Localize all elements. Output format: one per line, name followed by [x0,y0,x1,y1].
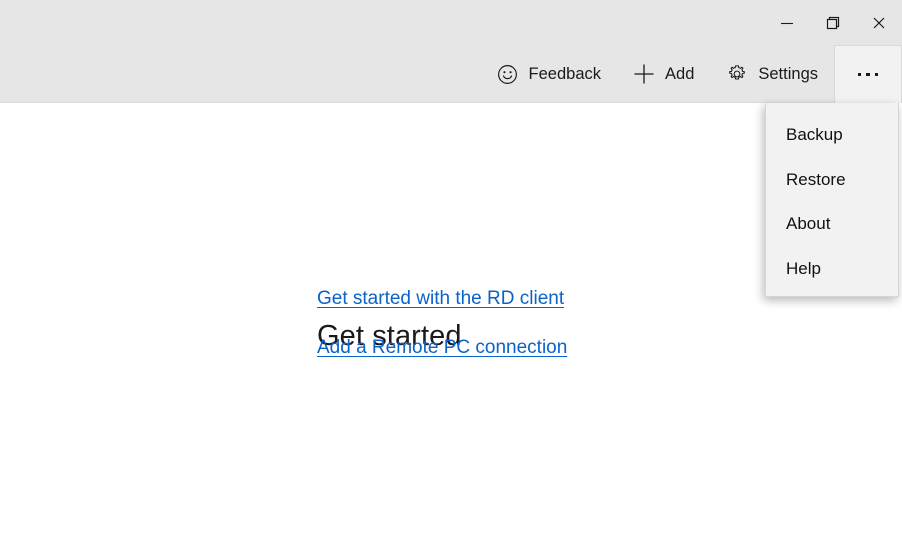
menu-item-about[interactable]: About [786,214,830,234]
overflow-menu: Backup Restore About Help [765,103,899,297]
more-options-button[interactable] [834,45,902,103]
restore-button[interactable] [810,0,856,45]
close-icon [871,15,887,31]
command-bar: Feedback Add Settings [0,45,902,103]
plus-icon [633,63,655,85]
smiley-face-icon [497,63,519,85]
window-controls [764,0,902,45]
restore-icon [825,15,841,31]
get-started-rd-client-link[interactable]: Get started with the RD client [317,288,564,310]
ellipsis-icon [857,72,879,77]
title-bar [0,0,902,45]
settings-button[interactable]: Settings [710,45,834,103]
minimize-button[interactable] [764,0,810,45]
menu-item-restore[interactable]: Restore [786,170,846,190]
add-button[interactable]: Add [617,45,710,103]
close-button[interactable] [856,0,902,45]
add-label: Add [665,64,695,83]
menu-item-help[interactable]: Help [786,259,821,279]
feedback-button[interactable]: Feedback [481,45,617,103]
remote-desktop-app-window: Feedback Add Settings Get started Get st… [0,0,902,540]
minimize-icon [779,15,795,31]
gear-icon [726,63,748,85]
menu-item-backup[interactable]: Backup [786,125,843,145]
feedback-label: Feedback [528,64,602,83]
settings-label: Settings [758,64,818,83]
add-remote-pc-connection-link[interactable]: Add a Remote PC connection [317,337,567,359]
